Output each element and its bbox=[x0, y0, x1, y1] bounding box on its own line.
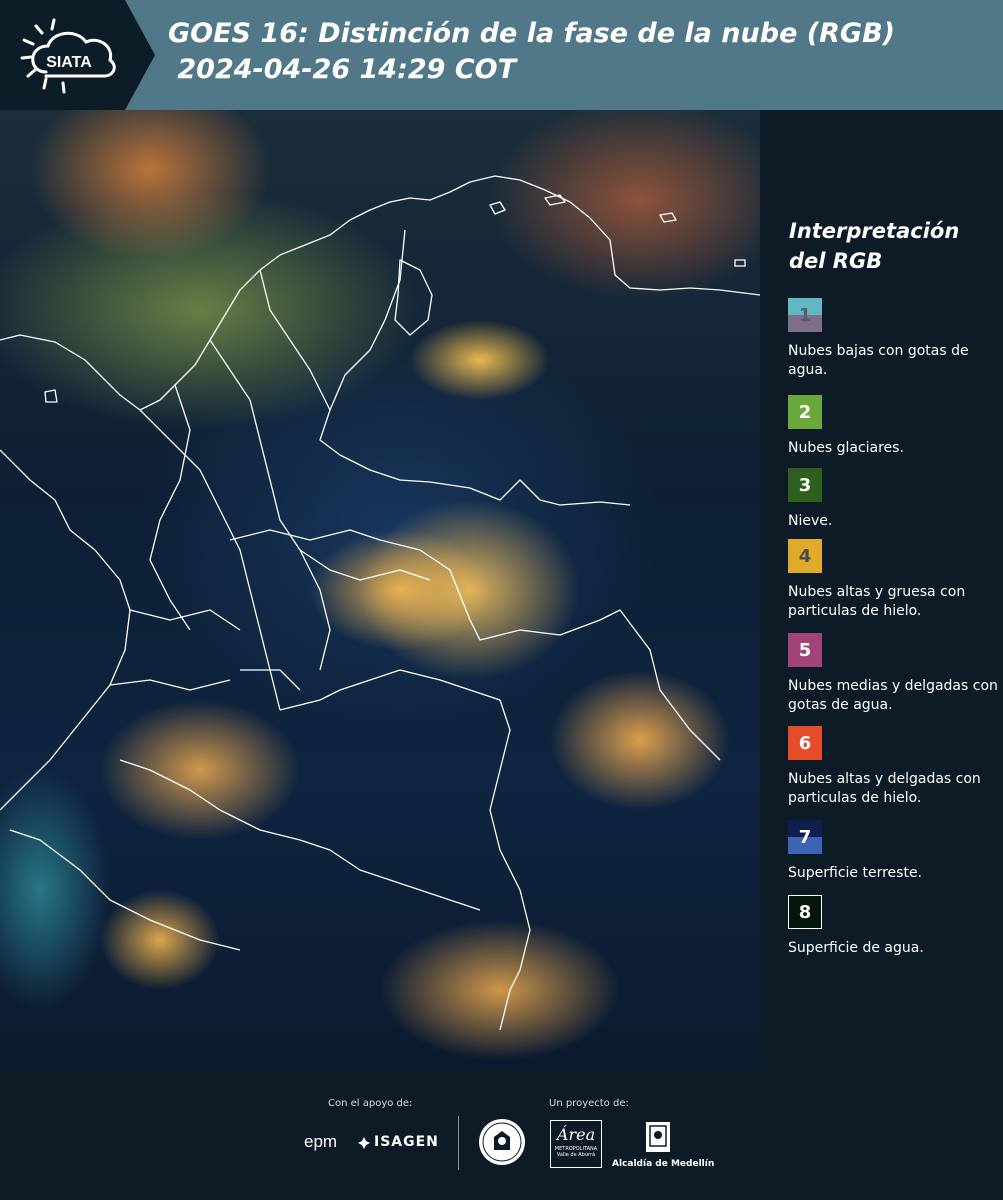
legend-swatch-5: 5 bbox=[788, 633, 822, 667]
legend-label-5: Nubes medias y delgadas con gotas de agu… bbox=[788, 678, 998, 713]
island-3 bbox=[659, 212, 677, 223]
logo-text: SIATA bbox=[46, 54, 92, 71]
boundary-colombia-brazil bbox=[319, 669, 531, 1031]
area-script: Área bbox=[556, 1125, 596, 1144]
legend-label-6: Nubes altas y delgadas con particulas de… bbox=[788, 771, 981, 806]
legend-number: 2 bbox=[798, 401, 812, 423]
epm-logo[interactable]: epm bbox=[304, 1132, 337, 1152]
seal-icon[interactable] bbox=[477, 1117, 527, 1167]
footer-separator bbox=[458, 1116, 459, 1170]
legend-swatch-4: 4 bbox=[788, 539, 822, 573]
legend-title-line-2: del RGB bbox=[789, 249, 883, 273]
support-label: Con el apoyo de: bbox=[328, 1098, 413, 1109]
legend-label-4: Nubes altas y gruesa con particulas de h… bbox=[788, 584, 966, 619]
area-metropolitana-logo[interactable]: Área METROPOLITANA Valle de Aburrá bbox=[550, 1120, 602, 1168]
boundary-ecuador-peru bbox=[9, 829, 241, 951]
legend-swatch-2: 2 bbox=[788, 395, 822, 429]
alcaldia-logo[interactable]: Alcaldía de Medellín bbox=[612, 1159, 714, 1169]
legend-label-3: Nieve. bbox=[788, 513, 833, 529]
legend-item-4: 4 Nubes altas y gruesa con particulas de… bbox=[788, 539, 1000, 621]
island-1 bbox=[489, 201, 506, 215]
boundaries-overlay bbox=[0, 175, 760, 1031]
legend-label-1: Nubes bajas con gotas de agua. bbox=[788, 343, 969, 378]
legend-item-5: 5 Nubes medias y delgadas con gotas de a… bbox=[788, 633, 1000, 715]
legend-item-8: 8 Superficie de agua. bbox=[788, 895, 1000, 958]
legend-swatch-6: 6 bbox=[788, 726, 822, 760]
isagen-logo[interactable]: ISAGEN bbox=[374, 1134, 439, 1150]
legend-title: Interpretación del RGB bbox=[789, 216, 959, 276]
area-line-2: Valle de Aburrá bbox=[556, 1152, 596, 1158]
legend-swatch-8: 8 bbox=[788, 895, 822, 929]
legend-swatch-1: 1 bbox=[788, 298, 822, 332]
island-5 bbox=[44, 389, 58, 403]
legend-item-7: 7 Superficie terreste. bbox=[788, 820, 1000, 883]
legend-swatch-3: 3 bbox=[788, 468, 822, 502]
legend-number: 8 bbox=[798, 901, 812, 923]
pacific-coast bbox=[0, 449, 131, 811]
internal-boundary-8 bbox=[299, 549, 431, 581]
boundary-colombia-peru bbox=[119, 759, 481, 911]
legend-label-7: Superficie terreste. bbox=[788, 865, 923, 881]
project-label: Un proyecto de: bbox=[549, 1098, 629, 1109]
title-line-1: GOES 16: Distinción de la fase de la nub… bbox=[168, 18, 895, 49]
island-2 bbox=[544, 194, 566, 206]
page-title: GOES 16: Distinción de la fase de la nub… bbox=[168, 16, 895, 88]
legend-item-1: 1 Nubes bajas con gotas de agua. bbox=[788, 298, 1000, 380]
legend-number: 7 bbox=[798, 826, 812, 848]
internal-boundary-7 bbox=[109, 609, 241, 691]
alcaldia-crest-icon bbox=[644, 1118, 672, 1156]
legend-number: 6 bbox=[798, 732, 812, 754]
legend-item-6: 6 Nubes altas y delgadas con particulas … bbox=[788, 726, 1000, 808]
legend-title-line-1: Interpretación bbox=[789, 219, 960, 243]
internal-boundary-2 bbox=[139, 409, 281, 711]
legend-number: 4 bbox=[798, 545, 812, 567]
legend-label-2: Nubes glaciares. bbox=[788, 440, 904, 456]
island-4 bbox=[734, 259, 746, 267]
satellite-map[interactable] bbox=[0, 110, 760, 1070]
legend-item-2: 2 Nubes glaciares. bbox=[788, 395, 1000, 458]
legend-swatch-7: 7 bbox=[788, 820, 822, 854]
legend-number: 1 bbox=[798, 304, 812, 326]
internal-boundary-6 bbox=[240, 669, 321, 711]
legend-label-8: Superficie de agua. bbox=[788, 940, 924, 956]
legend-item-3: 3 Nieve. bbox=[788, 468, 1000, 531]
footer: Con el apoyo de: Un proyecto de: epm ISA… bbox=[0, 1070, 1003, 1200]
title-line-2: 2024-04-26 14:29 COT bbox=[168, 54, 517, 85]
isagen-mark-icon bbox=[358, 1134, 370, 1149]
internal-boundary-1 bbox=[209, 339, 331, 671]
internal-boundary-4 bbox=[259, 269, 331, 411]
header-bar: SIATA GOES 16: Distinción de la fase de … bbox=[0, 0, 1003, 110]
coastline bbox=[0, 175, 760, 411]
boundary-venezuela-brazil bbox=[449, 569, 721, 761]
boundary-colombia-venezuela bbox=[319, 229, 631, 506]
legend-number: 3 bbox=[798, 474, 812, 496]
siata-logo[interactable]: SIATA bbox=[16, 16, 124, 94]
logo-arrow bbox=[125, 0, 155, 110]
internal-boundary-5 bbox=[229, 529, 451, 571]
logo-block: SIATA bbox=[0, 0, 125, 110]
internal-boundary-3 bbox=[149, 384, 191, 631]
legend-number: 5 bbox=[798, 639, 812, 661]
